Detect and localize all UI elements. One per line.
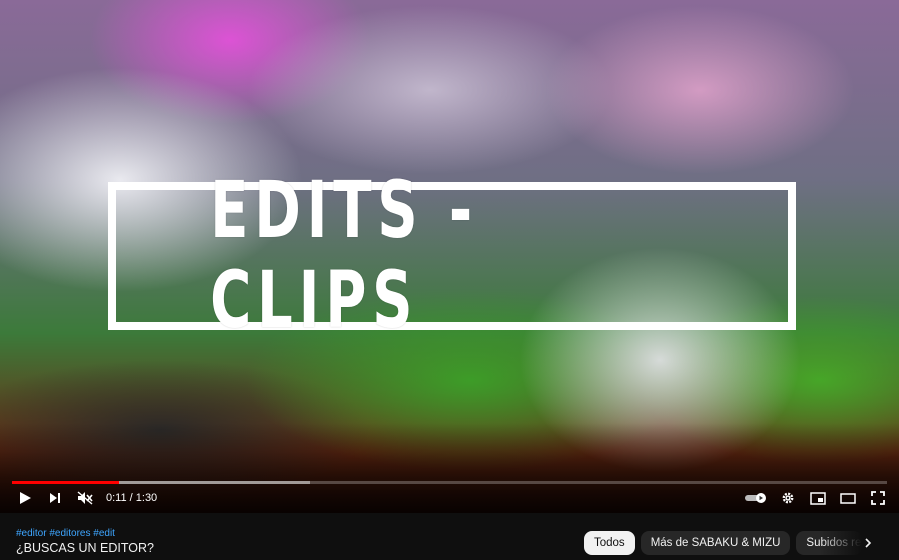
next-button[interactable] bbox=[40, 486, 70, 510]
next-icon bbox=[50, 493, 60, 503]
volume-muted-icon bbox=[77, 491, 93, 505]
player-controls: 0:11 / 1:30 bbox=[0, 485, 899, 511]
chevron-right-icon bbox=[865, 538, 872, 548]
miniplayer-button[interactable] bbox=[803, 486, 833, 510]
play-icon bbox=[20, 492, 31, 504]
video-title: ¿BUSCAS UN EDITOR? bbox=[16, 541, 154, 555]
miniplayer-icon bbox=[810, 491, 826, 505]
time-duration: 1:30 bbox=[135, 492, 158, 504]
mute-button[interactable] bbox=[70, 486, 100, 510]
video-overlay-text: EDITS - CLIPS bbox=[210, 166, 478, 346]
theater-icon bbox=[840, 492, 856, 504]
autoplay-toggle-icon bbox=[745, 493, 766, 503]
play-button[interactable] bbox=[10, 486, 40, 510]
autoplay-toggle[interactable] bbox=[739, 486, 773, 510]
chip-more-from-channel[interactable]: Más de SABAKU & MIZU bbox=[640, 531, 791, 555]
theater-button[interactable] bbox=[833, 486, 863, 510]
chip-all[interactable]: Todos bbox=[584, 531, 635, 555]
chips-next-button[interactable] bbox=[856, 531, 880, 555]
video-hashtags[interactable]: #editor #editores #edit bbox=[16, 528, 115, 539]
progress-bar[interactable] bbox=[12, 481, 887, 484]
fullscreen-icon bbox=[871, 491, 885, 505]
time-display: 0:11 / 1:30 bbox=[106, 492, 157, 504]
video-overlay-frame: EDITS - CLIPS bbox=[108, 166, 796, 346]
video-player[interactable]: EDITS - CLIPS 0:11 / 1:30 bbox=[0, 0, 899, 513]
progress-played bbox=[12, 481, 119, 484]
settings-button[interactable] bbox=[773, 486, 803, 510]
video-info-bar: #editor #editores #edit ¿BUSCAS UN EDITO… bbox=[0, 513, 899, 560]
time-separator: / bbox=[126, 492, 136, 504]
time-current: 0:11 bbox=[106, 492, 127, 504]
fullscreen-button[interactable] bbox=[863, 486, 893, 510]
gear-icon bbox=[782, 492, 794, 504]
